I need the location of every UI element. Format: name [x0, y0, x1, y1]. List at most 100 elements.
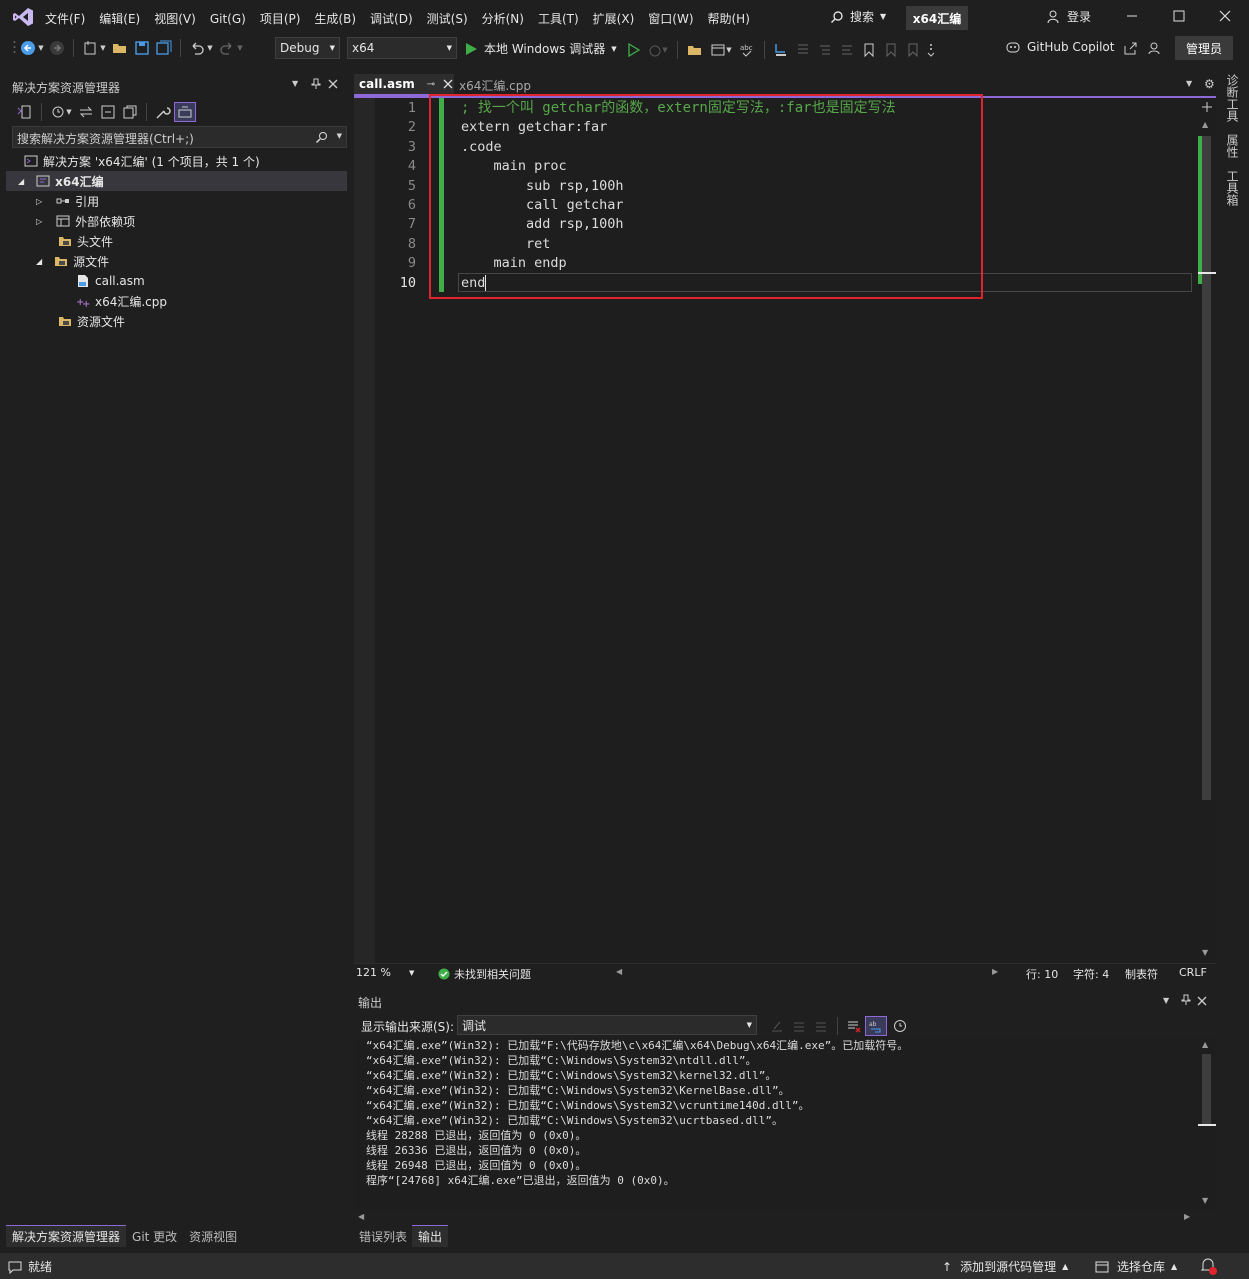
output-source-select[interactable]: 调试 ▼ [457, 1015, 757, 1035]
output-text-area[interactable]: “x64汇编.exe”(Win32): 已加载“F:\代码存放地\c\x64汇编… [354, 1038, 1198, 1212]
close-panel-button[interactable] [328, 79, 338, 89]
tab-call-asm[interactable]: call.asm ⊸ [354, 74, 454, 96]
tree-header-files[interactable]: 头文件 [58, 231, 113, 251]
menu-git[interactable]: Git(G) [210, 12, 246, 26]
close-window-button[interactable] [1218, 9, 1232, 23]
preview-selected-button[interactable] [174, 102, 196, 122]
scroll-right-icon[interactable]: ▶ [992, 967, 998, 976]
side-tab-diagnostics[interactable]: 诊断工具 [1224, 74, 1241, 122]
tree-solution[interactable]: 解决方案 'x64汇编' (1 个项目，共 1 个) [24, 151, 260, 171]
hot-reload-button[interactable]: ▼ [644, 40, 672, 60]
start-debug-button[interactable]: 本地 Windows 调试器 ▼ [465, 40, 617, 57]
next-message-button[interactable] [810, 1016, 832, 1036]
tab-list-chevron-icon[interactable]: ▼ [1186, 79, 1192, 88]
menu-edit[interactable]: 编辑(E) [99, 10, 140, 27]
config-select[interactable]: Debug ▼ [275, 37, 340, 59]
expanded-triangle-icon[interactable]: ◢ [18, 177, 24, 186]
scroll-left-icon[interactable]: ◀ [616, 967, 622, 976]
visual-studio-logo[interactable] [12, 7, 34, 27]
notifications-button[interactable] [1200, 1257, 1218, 1275]
pin-button[interactable] [1180, 994, 1192, 1006]
tree-resource-files[interactable]: 资源文件 [58, 311, 125, 331]
admin-badge[interactable]: 管理员 [1175, 36, 1233, 60]
scroll-thumb[interactable] [1202, 136, 1211, 800]
window-layout-button[interactable]: ▼ [707, 40, 735, 60]
search-button[interactable]: 搜索 ▼ [830, 8, 886, 25]
sync-button[interactable] [75, 102, 97, 122]
new-item-button[interactable]: ▼ [79, 38, 109, 58]
chevron-down-icon[interactable]: ▼ [337, 132, 342, 140]
code-editor[interactable]: 1 2 3 4 5 6 7 8 9 10 ; 找一个叫 getchar的函数，e… [354, 94, 1216, 964]
switch-views-button[interactable] [12, 102, 36, 122]
scroll-thumb[interactable] [1202, 1054, 1211, 1126]
tree-references[interactable]: ▷ 引用 [36, 191, 99, 211]
prev-message-button[interactable] [788, 1016, 810, 1036]
tab-solution-explorer[interactable]: 解决方案资源管理器 [6, 1225, 127, 1247]
eol-indicator[interactable]: CRLF [1179, 966, 1207, 979]
spell-check-button[interactable]: abc [735, 40, 759, 60]
side-tab-properties[interactable]: 属性 [1224, 134, 1241, 158]
menu-build[interactable]: 生成(B) [314, 10, 356, 27]
platform-select[interactable]: x64 ▼ [347, 37, 457, 59]
redo-button[interactable]: ▼ [216, 38, 246, 58]
expanded-triangle-icon[interactable]: ◢ [36, 257, 42, 266]
timestamps-toggle[interactable] [887, 1016, 913, 1036]
menu-window[interactable]: 窗口(W) [648, 10, 693, 27]
feedback-button[interactable] [1147, 40, 1163, 56]
tab-cpp[interactable]: x64汇编.cpp [459, 77, 531, 94]
menu-help[interactable]: 帮助(H) [708, 10, 750, 27]
maximize-button[interactable] [1172, 9, 1186, 23]
solution-name-badge[interactable]: x64汇编 [906, 6, 968, 30]
split-icon[interactable] [1202, 102, 1212, 112]
comment-out-button[interactable] [814, 40, 836, 60]
share-button[interactable] [1122, 40, 1138, 56]
scroll-down-icon[interactable]: ▼ [1202, 948, 1208, 957]
tree-source-files[interactable]: ◢ 源文件 [36, 251, 109, 271]
menu-tools[interactable]: 工具(T) [538, 10, 579, 27]
tree-file-cpp[interactable]: + + x64汇编.cpp [76, 291, 167, 311]
tree-project[interactable]: ◢ x64汇编 [6, 171, 347, 191]
scroll-left-icon[interactable]: ◀ [358, 1212, 364, 1221]
tree-external-deps[interactable]: ▷ 外部依赖项 [36, 211, 135, 231]
tab-git-changes[interactable]: Git 更改 [126, 1225, 183, 1247]
menu-file[interactable]: 文件(F) [45, 10, 85, 27]
github-copilot-button[interactable]: GitHub Copilot [1005, 40, 1114, 54]
save-button[interactable] [131, 38, 153, 58]
close-panel-button[interactable] [1197, 996, 1207, 1006]
scroll-right-icon[interactable]: ▶ [1184, 1212, 1190, 1221]
forward-button[interactable] [46, 38, 68, 58]
panel-menu-chevron-icon[interactable]: ▼ [292, 79, 298, 88]
pending-changes-filter-button[interactable]: ▼ [47, 102, 75, 122]
next-bookmark-button[interactable] [902, 40, 924, 60]
close-icon[interactable] [443, 79, 453, 89]
properties-button[interactable] [152, 102, 174, 122]
solution-search-input[interactable]: 搜索解决方案资源管理器(Ctrl+;) ▼ [12, 126, 347, 148]
start-without-debug-button[interactable] [624, 40, 644, 60]
collapsed-triangle-icon[interactable]: ▷ [36, 197, 42, 206]
tabs-indicator[interactable]: 制表符 [1125, 966, 1158, 982]
undo-button[interactable]: ▼ [186, 38, 216, 58]
menu-analyze[interactable]: 分析(N) [482, 10, 524, 27]
pin-button[interactable] [310, 78, 322, 90]
solution-explorer-toolbar-button[interactable] [683, 40, 707, 60]
login-button[interactable]: 登录 [1047, 8, 1091, 25]
goto-location-button[interactable] [766, 1016, 788, 1036]
collapse-all-button[interactable] [97, 102, 119, 122]
issues-indicator[interactable]: 未找到相关问题 [438, 966, 531, 982]
word-wrap-toggle[interactable]: ab [865, 1016, 887, 1036]
clear-all-button[interactable] [843, 1016, 865, 1036]
panel-menu-chevron-icon[interactable]: ▼ [1163, 996, 1169, 1005]
line-indicator[interactable]: 行: 10 [1026, 966, 1058, 982]
tree-file-call-asm[interactable]: call.asm [76, 271, 145, 291]
prev-bookmark-button[interactable] [880, 40, 902, 60]
scroll-up-icon[interactable]: ▲ [1202, 120, 1208, 129]
pin-icon[interactable]: ⊸ [427, 79, 435, 90]
open-folder-button[interactable] [109, 38, 131, 58]
save-all-button[interactable] [153, 38, 175, 58]
gear-icon[interactable]: ⚙ [1204, 77, 1215, 91]
tab-output[interactable]: 输出 [412, 1225, 449, 1247]
menu-extensions[interactable]: 扩展(X) [593, 10, 635, 27]
tab-resource-view[interactable]: 资源视图 [183, 1225, 243, 1247]
toolbar-overflow-button[interactable] [924, 40, 938, 60]
show-all-files-button[interactable] [119, 102, 141, 122]
